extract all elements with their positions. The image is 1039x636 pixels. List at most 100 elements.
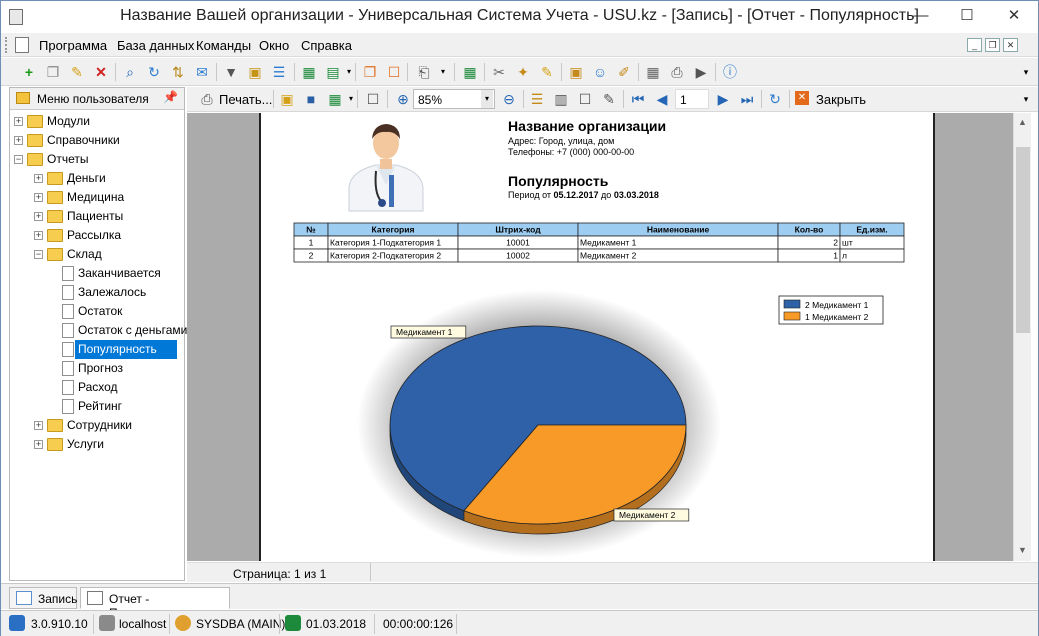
menu-help[interactable]: Справка <box>301 38 352 53</box>
zoom-in-icon[interactable]: ⊕ <box>395 91 411 107</box>
export-excel-icon[interactable]: ▦ <box>301 64 317 80</box>
expand-icon[interactable]: + <box>14 136 23 145</box>
new-window-icon[interactable]: ❐ <box>362 64 378 80</box>
page-view-icon[interactable]: ☐ <box>365 91 381 107</box>
tree-item[interactable]: + Деньги <box>10 169 180 188</box>
scrollbar-thumb[interactable] <box>1016 147 1030 333</box>
print-icon[interactable]: ⎙ <box>199 91 215 107</box>
import-icon[interactable]: ▤ <box>325 64 341 80</box>
tree-item[interactable]: + Модули <box>10 112 180 131</box>
tab-record[interactable]: Запись <box>9 587 77 609</box>
window-icon[interactable]: ☐ <box>386 64 402 80</box>
tree-item[interactable]: Остаток <box>10 302 180 321</box>
zoom-select[interactable]: 85% ▾ <box>413 89 495 109</box>
close-window-button[interactable]: ✕ <box>990 1 1038 31</box>
tree-item[interactable]: Прогноз <box>10 359 180 378</box>
tree-item[interactable]: − Склад <box>10 245 180 264</box>
page-setup-icon[interactable]: ☐ <box>577 91 593 107</box>
collapse-icon[interactable]: − <box>34 250 43 259</box>
zoom-out-icon[interactable]: ⊖ <box>501 91 517 107</box>
refresh-icon[interactable]: ↻ <box>767 91 783 107</box>
scroll-down-icon[interactable]: ▼ <box>1018 545 1027 555</box>
tree-item[interactable]: Рейтинг <box>10 397 180 416</box>
tree-icon[interactable]: ☰ <box>271 64 287 80</box>
filter-icon[interactable]: ▼ <box>223 64 239 80</box>
refresh-icon[interactable]: ↻ <box>146 64 162 80</box>
table-icon[interactable]: ▦ <box>645 64 661 80</box>
tree-item[interactable]: Остаток с деньгами <box>10 321 187 340</box>
expand-icon[interactable]: + <box>34 174 43 183</box>
copy-icon[interactable]: ❐ <box>45 64 61 80</box>
expand-icon[interactable]: + <box>34 193 43 202</box>
vertical-scrollbar[interactable]: ▲ ▼ <box>1013 113 1031 561</box>
edit-icon[interactable]: ✎ <box>69 64 85 80</box>
tree-item[interactable]: + Услуги <box>10 435 180 454</box>
print-icon[interactable]: ⎙ <box>669 64 685 80</box>
tree-item[interactable]: Заканчивается <box>10 264 180 283</box>
tree-item[interactable]: + Справочники <box>10 131 180 150</box>
toolbar-overflow-icon[interactable]: ▾ <box>1018 64 1034 80</box>
menu-commands[interactable]: Команды <box>196 38 251 53</box>
toolbar-overflow-icon[interactable]: ▾ <box>1018 91 1034 107</box>
expand-icon[interactable]: + <box>34 421 43 430</box>
collapse-icon[interactable]: − <box>14 155 23 164</box>
menu-program[interactable]: Программа <box>39 38 107 53</box>
design-icon[interactable]: ✎ <box>601 91 617 107</box>
print-button[interactable]: Печать... <box>219 92 272 107</box>
outline-icon[interactable]: ☰ <box>529 91 545 107</box>
delete-icon[interactable]: ✕ <box>93 64 109 80</box>
note-icon[interactable]: ✎ <box>539 64 555 80</box>
mdi-close-icon[interactable]: ✕ <box>1003 38 1018 52</box>
last-page-icon[interactable]: ⏭ <box>739 91 755 107</box>
tools-icon[interactable]: ✂ <box>491 64 507 80</box>
sort-icon[interactable]: ⇅ <box>170 64 186 80</box>
save-icon[interactable]: ■ <box>303 91 319 107</box>
menu-window[interactable]: Окно <box>259 38 289 53</box>
exit-icon[interactable]: ⎗ <box>416 64 432 80</box>
close-icon[interactable]: ✕ <box>795 91 809 105</box>
dropdown-arrow-icon[interactable]: ▾ <box>435 64 451 80</box>
comment-icon[interactable]: ✉ <box>194 64 210 80</box>
scroll-up-icon[interactable]: ▲ <box>1018 117 1027 127</box>
tree-item[interactable]: + Рассылка <box>10 226 180 245</box>
mdi-minimize-icon[interactable]: _ <box>967 38 982 52</box>
media-icon[interactable]: ▶ <box>693 64 709 80</box>
pin-icon[interactable]: 📌 <box>163 90 178 104</box>
minimize-button[interactable]: — <box>898 1 944 31</box>
lock-icon[interactable]: ▣ <box>568 64 584 80</box>
palette-icon[interactable]: ✦ <box>515 64 531 80</box>
first-page-icon[interactable]: ⏮ <box>630 91 646 107</box>
tree-item[interactable]: + Сотрудники <box>10 416 180 435</box>
report-preview[interactable]: Название организации Адрес: Город, улица… <box>187 113 1013 561</box>
menu-database[interactable]: База данных <box>117 38 194 53</box>
expand-icon[interactable]: + <box>14 117 23 126</box>
tree-item[interactable]: Популярность <box>10 340 180 359</box>
close-report-button[interactable]: Закрыть <box>816 92 866 107</box>
search-icon[interactable]: ⌕ <box>122 64 138 80</box>
folder-filter-icon[interactable]: ▣ <box>247 64 263 80</box>
tab-report-popularity[interactable]: Отчет - Популярность <box>80 587 230 620</box>
expand-icon[interactable]: + <box>34 212 43 221</box>
add-icon[interactable]: + <box>21 64 37 80</box>
tree-item[interactable]: + Медицина <box>10 188 180 207</box>
info-icon[interactable]: ⓘ <box>722 64 738 80</box>
key-icon[interactable]: ✐ <box>616 64 632 80</box>
org-address: Адрес: Город, улица, дом <box>508 136 614 146</box>
tree-item[interactable]: Залежалось <box>10 283 180 302</box>
mdi-restore-icon[interactable]: ❐ <box>985 38 1000 52</box>
users-icon[interactable]: ☺ <box>592 64 608 80</box>
calendar-icon[interactable]: ▦ <box>462 64 478 80</box>
tree-item[interactable]: + Пациенты <box>10 207 180 226</box>
prev-page-icon[interactable]: ◀ <box>654 91 670 107</box>
tree-item[interactable]: − Отчеты <box>10 150 180 169</box>
open-folder-icon[interactable]: ▣ <box>279 91 295 107</box>
page-number-input[interactable]: 1 <box>675 89 709 109</box>
thumbnails-icon[interactable]: ▥ <box>553 91 569 107</box>
next-page-icon[interactable]: ▶ <box>715 91 731 107</box>
maximize-button[interactable]: ☐ <box>944 1 990 31</box>
export-icon[interactable]: ▦ <box>327 91 343 107</box>
tree-item[interactable]: Расход <box>10 378 180 397</box>
zoom-dropdown-arrow-icon[interactable]: ▾ <box>481 90 493 108</box>
expand-icon[interactable]: + <box>34 440 43 449</box>
expand-icon[interactable]: + <box>34 231 43 240</box>
